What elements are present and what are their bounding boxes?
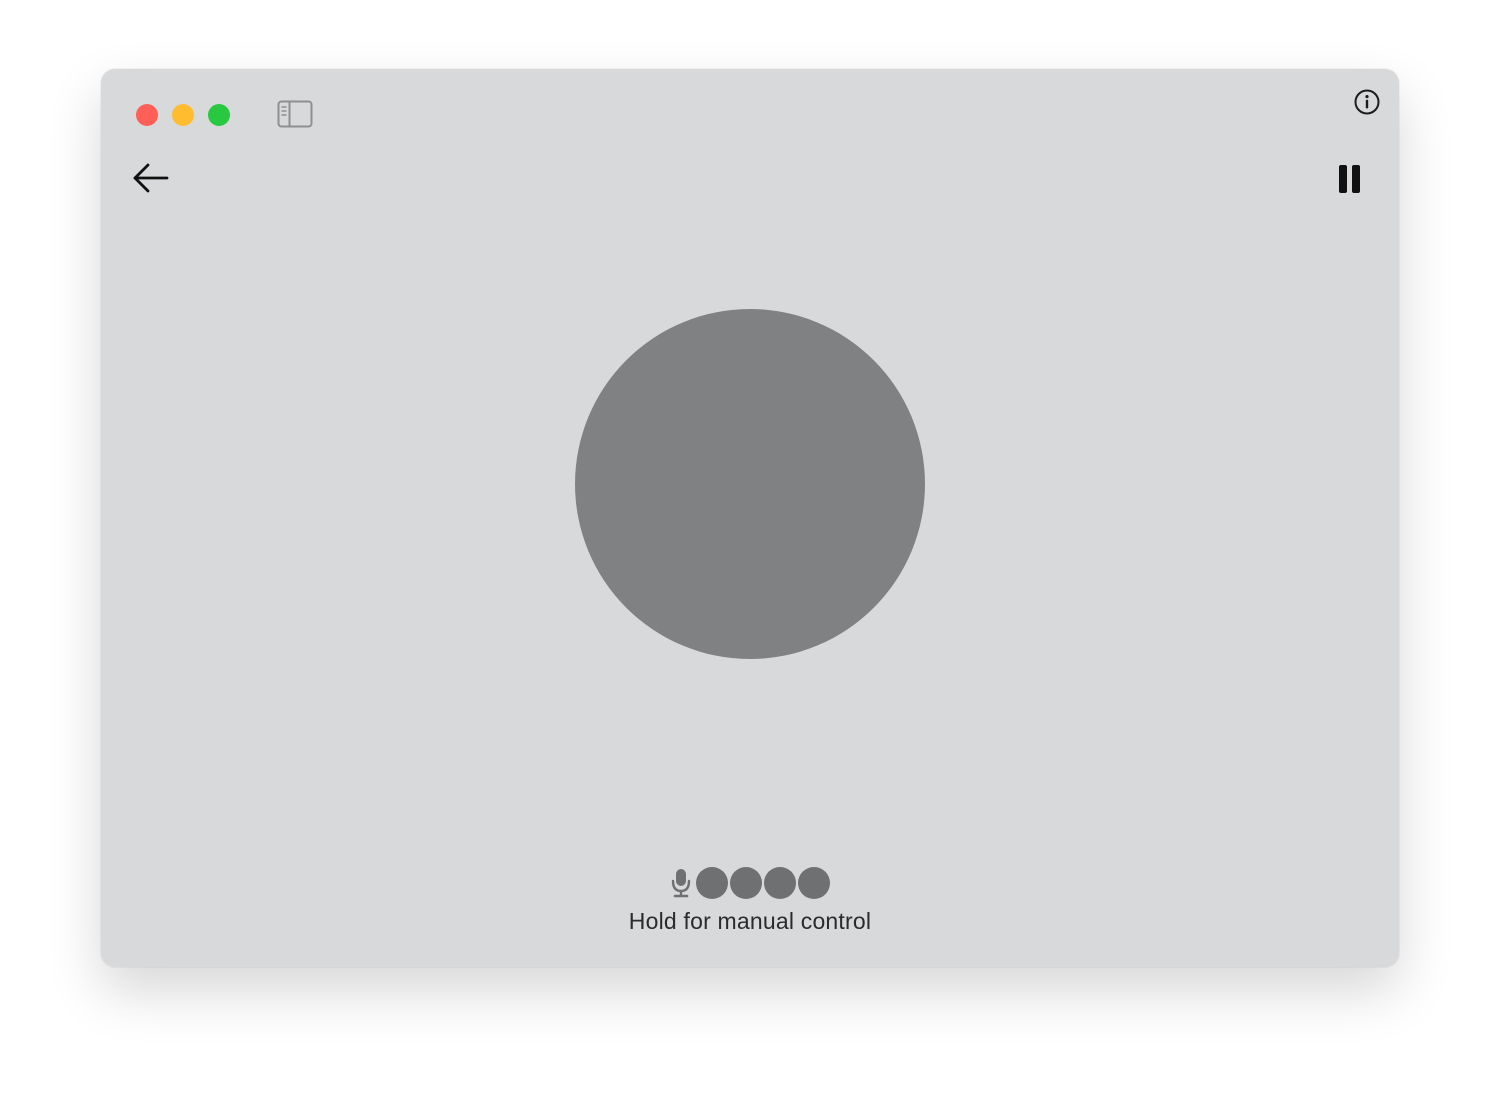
arrow-left-icon [133, 163, 169, 193]
microphone-icon [671, 869, 691, 898]
audio-level-dot [730, 867, 762, 899]
info-button[interactable] [1353, 88, 1381, 116]
audio-level-dot [696, 867, 728, 899]
audio-level-indicator [670, 864, 830, 902]
voice-status: Hold for manual control [101, 864, 1399, 935]
maximize-window-button[interactable] [208, 104, 230, 126]
pause-button[interactable] [1336, 162, 1364, 196]
pause-icon [1339, 165, 1360, 193]
audio-level-dot [764, 867, 796, 899]
back-button[interactable] [132, 161, 170, 195]
manual-control-hint: Hold for manual control [628, 908, 872, 934]
audio-level-dot [798, 867, 830, 899]
close-window-button[interactable] [136, 104, 158, 126]
sidebar-toggle-icon [277, 100, 313, 128]
traffic-lights [136, 104, 230, 126]
voice-orb[interactable] [575, 309, 925, 659]
info-circle-icon [1354, 89, 1380, 115]
sidebar-toggle-button[interactable] [277, 100, 313, 128]
app-window: Hold for manual control [101, 69, 1399, 967]
minimize-window-button[interactable] [172, 104, 194, 126]
